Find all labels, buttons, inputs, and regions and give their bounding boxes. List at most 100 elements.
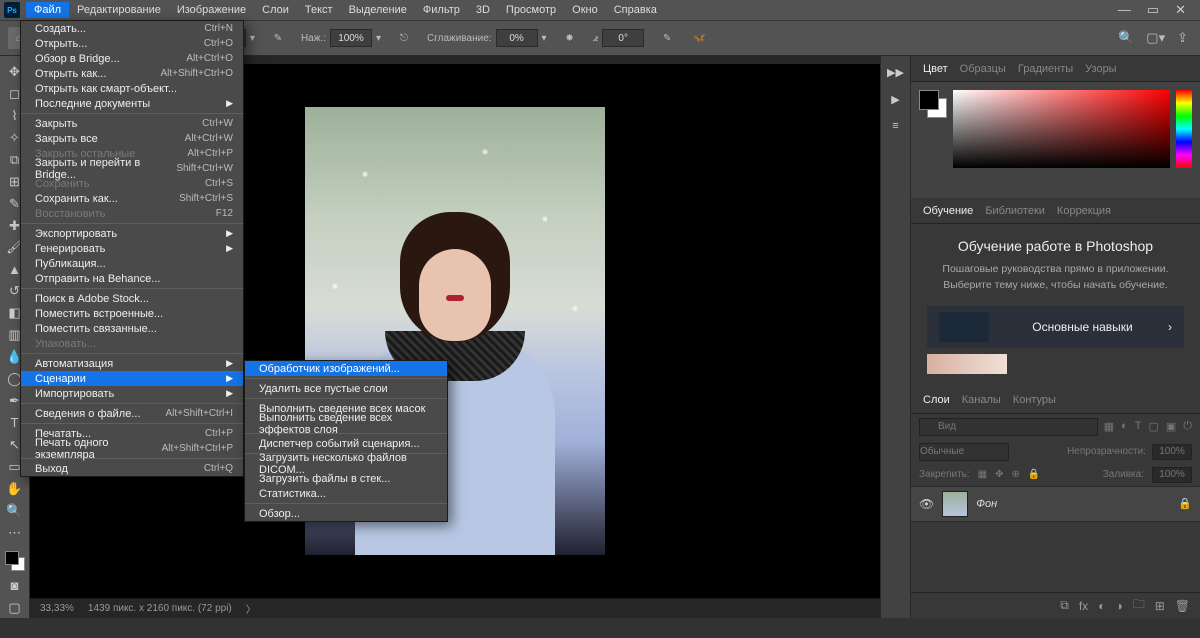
menu-изображение[interactable]: Изображение — [169, 2, 254, 18]
menu-item[interactable]: Сохранить как...Shift+Ctrl+S — [21, 191, 243, 206]
tab-gradients[interactable]: Градиенты — [1018, 63, 1073, 75]
zoom-value[interactable]: 33,33% — [40, 603, 74, 614]
layer-opacity-input[interactable] — [1152, 444, 1192, 460]
quickmask-tool[interactable]: ◙ — [3, 576, 27, 596]
lock-pixels-icon[interactable]: ▦ — [978, 469, 987, 480]
menu-item[interactable]: Открыть как смарт-объект... — [21, 81, 243, 96]
smoothing-options-icon[interactable]: ✸ — [561, 29, 579, 47]
menu-item[interactable]: ВыходCtrl+Q — [21, 461, 243, 476]
tab-learn[interactable]: Обучение — [923, 205, 973, 217]
tab-color[interactable]: Цвет — [923, 63, 948, 75]
menu-item[interactable]: Создать...Ctrl+N — [21, 21, 243, 36]
mask-icon[interactable]: ◐ — [1098, 599, 1105, 613]
adjustment-icon[interactable]: ◑ — [1115, 599, 1122, 613]
actions-icon[interactable]: ▶ — [891, 93, 899, 106]
group-icon[interactable]: 🗀 — [1133, 595, 1145, 616]
angle-input[interactable] — [602, 29, 644, 47]
filter-shape-icon[interactable]: ▢ — [1148, 420, 1158, 433]
history-icon[interactable]: ▶▶ — [887, 66, 904, 79]
menu-item[interactable]: ЗакрытьCtrl+W — [21, 116, 243, 131]
lock-position-icon[interactable]: ✥ — [995, 469, 1003, 480]
menu-item[interactable]: Открыть...Ctrl+O — [21, 36, 243, 51]
menu-item[interactable]: Отправить на Behance... — [21, 271, 243, 286]
menu-item[interactable]: Публикация... — [21, 256, 243, 271]
delete-layer-icon[interactable]: 🗑 — [1175, 599, 1190, 613]
menu-item[interactable]: Загрузить файлы в стек... — [245, 471, 447, 486]
menu-3d[interactable]: 3D — [468, 2, 498, 18]
menu-выделение[interactable]: Выделение — [341, 2, 415, 18]
layer-fill-input[interactable] — [1152, 467, 1192, 483]
share-icon[interactable]: ⇪ — [1177, 30, 1188, 46]
menu-item[interactable]: Сведения о файле...Alt+Shift+Ctrl+I — [21, 406, 243, 421]
menu-item[interactable]: Выполнить сведение всех эффектов слоя — [245, 416, 447, 431]
symmetry-icon[interactable]: 🦋 — [690, 29, 708, 47]
color-field[interactable] — [953, 90, 1170, 168]
menu-item[interactable]: Поместить встроенные... — [21, 306, 243, 321]
menu-файл[interactable]: Файл — [26, 2, 69, 18]
layer-row[interactable]: 👁 Фон 🔒 — [911, 486, 1200, 522]
menu-item[interactable]: Диспетчер событий сценария... — [245, 436, 447, 451]
menu-item[interactable]: Генерировать▶ — [21, 241, 243, 256]
menu-item[interactable]: Обработчик изображений... — [245, 361, 447, 376]
maximize-icon[interactable]: ▭ — [1147, 2, 1159, 18]
link-layers-icon[interactable]: ⧉ — [1060, 598, 1069, 613]
hand-tool[interactable]: ✋ — [3, 479, 27, 499]
layer-search[interactable] — [919, 418, 1098, 436]
smoothing-input[interactable] — [496, 29, 538, 47]
tab-swatches[interactable]: Образцы — [960, 63, 1006, 75]
menu-item[interactable]: Загрузить несколько файлов DICOM... — [245, 456, 447, 471]
zoom-tool[interactable]: 🔍 — [3, 501, 27, 521]
properties-icon[interactable]: ≡ — [892, 120, 898, 132]
menu-item[interactable]: Закрыть всеAlt+Ctrl+W — [21, 131, 243, 146]
layer-thumbnail[interactable] — [942, 491, 968, 517]
menu-item[interactable]: Обзор в Bridge...Alt+Ctrl+O — [21, 51, 243, 66]
menu-item[interactable]: Поиск в Adobe Stock... — [21, 291, 243, 306]
menu-item[interactable]: Сценарии▶ — [21, 371, 243, 386]
lock-artboard-icon[interactable]: ⊕ — [1012, 469, 1020, 480]
edit-toolbar[interactable]: ⋯ — [3, 523, 27, 543]
fg-bg-swatch[interactable] — [919, 90, 947, 118]
close-icon[interactable]: ✕ — [1175, 2, 1186, 18]
tab-channels[interactable]: Каналы — [962, 394, 1001, 406]
menu-справка[interactable]: Справка — [606, 2, 665, 18]
menu-item[interactable]: Удалить все пустые слои — [245, 381, 447, 396]
pressure-size-icon[interactable]: ✎ — [658, 29, 676, 47]
workspace-icon[interactable]: ▢▾ — [1146, 30, 1165, 46]
tab-patterns[interactable]: Узоры — [1085, 63, 1116, 75]
menu-item[interactable]: Последние документы▶ — [21, 96, 243, 111]
menu-окно[interactable]: Окно — [564, 2, 606, 18]
tab-adjustments[interactable]: Коррекция — [1057, 205, 1111, 217]
menu-просмотр[interactable]: Просмотр — [498, 2, 564, 18]
lock-all-icon[interactable]: 🔒 — [1028, 469, 1040, 480]
fx-icon[interactable]: fx — [1079, 599, 1088, 613]
airbrush-icon[interactable]: ⎋ — [395, 29, 413, 47]
tab-libraries[interactable]: Библиотеки — [985, 205, 1045, 217]
screenmode-tool[interactable]: ▢ — [3, 598, 27, 618]
tab-paths[interactable]: Контуры — [1013, 394, 1056, 406]
filter-type-icon[interactable]: T — [1135, 420, 1142, 433]
menu-item[interactable]: Импортировать▶ — [21, 386, 243, 401]
search-icon[interactable]: 🔍 — [1118, 30, 1134, 46]
menu-item[interactable]: Закрыть и перейти в Bridge...Shift+Ctrl+… — [21, 161, 243, 176]
menu-редактирование[interactable]: Редактирование — [69, 2, 169, 18]
menu-item[interactable]: Экспортировать▶ — [21, 226, 243, 241]
menu-item[interactable]: Обзор... — [245, 506, 447, 521]
pressure-opacity-icon[interactable]: ✎ — [269, 29, 287, 47]
filter-adjust-icon[interactable]: ◐ — [1121, 420, 1128, 433]
flow-input[interactable] — [330, 29, 372, 47]
filter-pixel-icon[interactable]: ▦ — [1104, 420, 1114, 433]
minimize-icon[interactable]: ― — [1118, 2, 1131, 18]
menu-фильтр[interactable]: Фильтр — [415, 2, 468, 18]
menu-item[interactable]: Открыть как...Alt+Shift+Ctrl+O — [21, 66, 243, 81]
menu-item[interactable]: Статистика... — [245, 486, 447, 501]
hue-strip[interactable] — [1176, 90, 1192, 168]
new-layer-icon[interactable]: ⊞ — [1155, 599, 1165, 613]
menu-item[interactable]: Автоматизация▶ — [21, 356, 243, 371]
menu-текст[interactable]: Текст — [297, 2, 341, 18]
tab-layers[interactable]: Слои — [923, 394, 950, 406]
blend-mode-select[interactable] — [919, 443, 1009, 461]
filter-smart-icon[interactable]: ▣ — [1166, 420, 1176, 433]
menu-item[interactable]: Поместить связанные... — [21, 321, 243, 336]
learn-thumb[interactable] — [927, 354, 1007, 374]
visibility-icon[interactable]: 👁 — [919, 497, 934, 511]
